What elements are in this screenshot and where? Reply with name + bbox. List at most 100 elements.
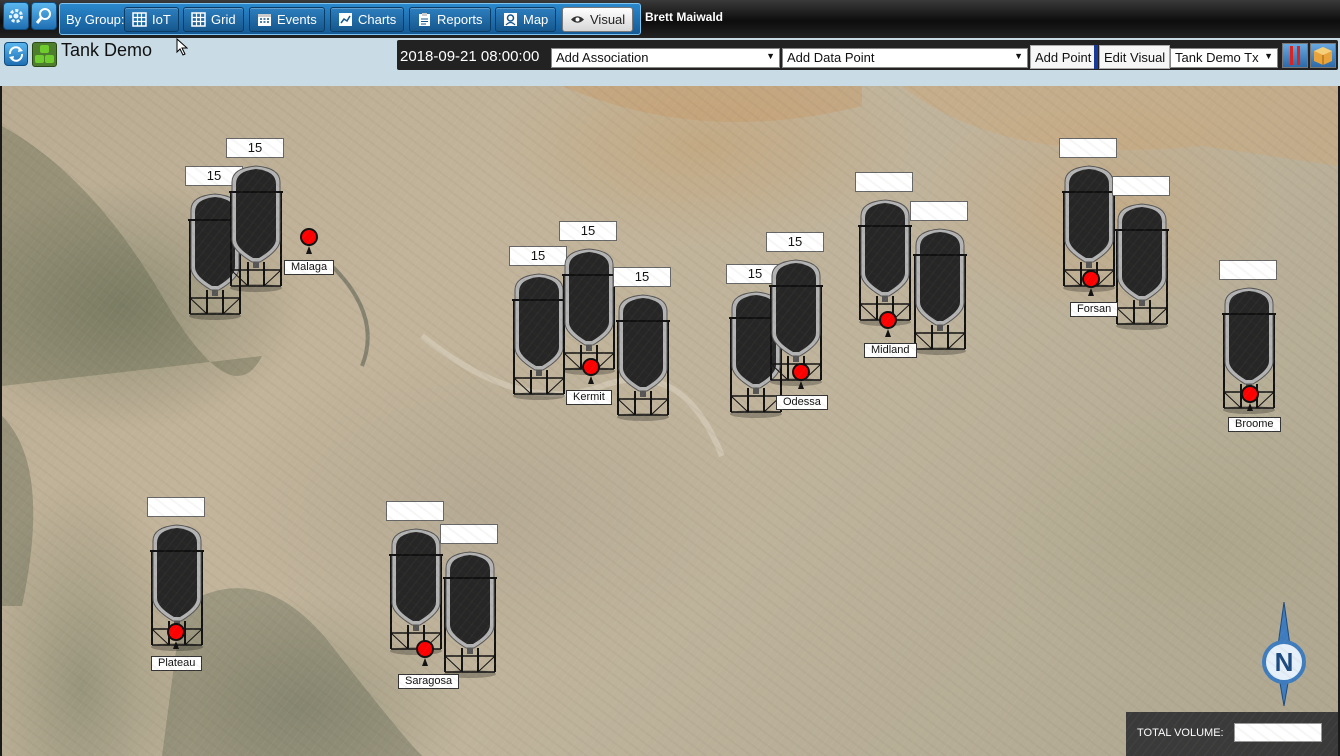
group-toolbar: By Group: IoT Grid Events Charts Reports	[59, 3, 641, 35]
compass-label: N	[1275, 647, 1294, 677]
chevron-down-icon: ▼	[1014, 51, 1023, 61]
page-title: Tank Demo	[61, 40, 153, 60]
chevron-down-icon: ▼	[1264, 51, 1273, 61]
reports-button[interactable]: Reports	[409, 7, 491, 32]
tank-saragosa-2[interactable]	[440, 524, 500, 678]
add-data-point-select[interactable]: Add Data Point ▼	[782, 48, 1028, 68]
location-label-malaga[interactable]: Malaga	[284, 260, 335, 275]
location-marker-icon[interactable]	[582, 358, 600, 376]
marker-pointer	[306, 246, 312, 254]
tank-value-box	[910, 201, 968, 221]
add-association-select[interactable]: Add Association ▼	[551, 48, 780, 68]
groups-icon	[35, 45, 54, 63]
visual-control-bar: 2018-09-21 08:00:00 Add Association ▼ Ad…	[397, 40, 1338, 70]
search-icon	[35, 8, 51, 24]
page-header: Tank Demo 2018-09-21 08:00:00 Add Associ…	[0, 38, 1340, 86]
visual-button[interactable]: Visual	[562, 7, 634, 32]
clipboard-icon	[419, 13, 430, 26]
visual-button-label: Visual	[590, 12, 626, 27]
tank-midland-2[interactable]	[910, 201, 970, 355]
tank-malaga-2[interactable]: 15	[226, 138, 286, 292]
grid-button[interactable]: Grid	[183, 7, 244, 32]
location-label-odessa[interactable]: Odessa	[776, 395, 828, 410]
tank-value-box	[855, 172, 913, 192]
tank-value-box: 15	[559, 221, 617, 241]
edit-visual-label: Edit Visual	[1104, 49, 1166, 65]
refresh-button[interactable]	[4, 42, 28, 66]
tank-forsan-2[interactable]	[1112, 176, 1172, 330]
location-marker-icon[interactable]	[1241, 385, 1259, 403]
location-label-broome[interactable]: Broome	[1228, 417, 1281, 432]
location-label-kermit[interactable]: Kermit	[566, 390, 612, 405]
tank-saragosa-1[interactable]	[386, 501, 446, 655]
map-button-label: Map	[523, 12, 549, 27]
tank-midland-1[interactable]	[855, 172, 915, 326]
tank-value-box	[1059, 138, 1117, 158]
events-button-label: Events	[277, 12, 317, 27]
settings-button[interactable]	[3, 2, 29, 30]
add-point-label: Add Point	[1035, 49, 1092, 65]
tank-value-box	[1112, 176, 1170, 196]
location-label-forsan[interactable]: Forsan	[1070, 302, 1119, 317]
groups-button[interactable]	[32, 42, 57, 67]
edit-visual-button[interactable]: Edit Visual	[1099, 45, 1171, 69]
app-window: By Group: IoT Grid Events Charts Reports	[0, 0, 1340, 756]
map-pin-icon	[504, 13, 517, 26]
tank-value-box: 15	[613, 267, 671, 287]
add-point-button[interactable]: Add Point	[1030, 45, 1097, 69]
marker-pointer	[173, 641, 179, 649]
search-button[interactable]	[31, 2, 57, 30]
tank-value-box	[1219, 260, 1277, 280]
group-label: By Group:	[66, 12, 125, 27]
split-view-icon	[1290, 46, 1300, 65]
grid-icon	[191, 12, 206, 27]
tank-odessa-2[interactable]: 15	[766, 232, 826, 386]
total-volume-field	[1234, 723, 1322, 742]
location-marker-icon[interactable]	[1082, 270, 1100, 288]
total-volume-panel: TOTAL VOLUME:	[1126, 712, 1338, 756]
visual-select[interactable]: Tank Demo Tx ▼	[1170, 48, 1278, 68]
top-toolbar: By Group: IoT Grid Events Charts Reports	[0, 0, 1340, 38]
satellite-map[interactable]: 15 15 Malaga 15 15 15 Kermit 15 15 Odessa Midland F…	[2, 86, 1338, 756]
user-name[interactable]: Brett Maiwald	[645, 10, 723, 24]
mouse-cursor-icon	[176, 38, 188, 56]
location-label-midland[interactable]: Midland	[864, 343, 917, 358]
marker-pointer	[1088, 288, 1094, 296]
events-button[interactable]: Events	[249, 7, 325, 32]
location-marker-icon[interactable]	[416, 640, 434, 658]
marker-pointer	[422, 658, 428, 666]
location-marker-icon[interactable]	[879, 311, 897, 329]
location-marker-icon[interactable]	[792, 363, 810, 381]
tank-kermit-3[interactable]: 15	[613, 267, 673, 421]
iot-button[interactable]: IoT	[124, 7, 179, 32]
tank-icon	[1115, 203, 1169, 330]
tank-value-box	[440, 524, 498, 544]
location-marker-icon[interactable]	[167, 623, 185, 641]
location-label-plateau[interactable]: Plateau	[151, 656, 203, 671]
reports-button-label: Reports	[437, 12, 483, 27]
gear-icon	[9, 9, 23, 23]
chevron-down-icon: ▼	[766, 51, 775, 61]
tank-value-box: 15	[226, 138, 284, 158]
tank-icon	[562, 248, 616, 375]
tank-kermit-2[interactable]: 15	[559, 221, 619, 375]
iot-grid-icon	[132, 12, 147, 27]
charts-button-label: Charts	[358, 12, 397, 27]
package-button[interactable]	[1310, 43, 1336, 68]
charts-button[interactable]: Charts	[330, 7, 405, 32]
tank-icon	[616, 294, 670, 421]
tank-icon	[443, 551, 497, 678]
location-label-saragosa[interactable]: Saragosa	[398, 674, 460, 689]
tank-icon	[858, 199, 912, 326]
tank-icon	[229, 165, 283, 292]
refresh-icon	[8, 46, 24, 62]
location-marker-icon[interactable]	[300, 228, 318, 246]
layout-button[interactable]	[1282, 43, 1308, 68]
map-button[interactable]: Map	[495, 7, 557, 32]
marker-pointer	[798, 381, 804, 389]
tank-forsan-1[interactable]	[1059, 138, 1119, 292]
iot-button-label: IoT	[152, 12, 171, 27]
total-volume-label: TOTAL VOLUME:	[1137, 727, 1224, 739]
tank-value-box	[386, 501, 444, 521]
marker-pointer	[1247, 403, 1253, 411]
